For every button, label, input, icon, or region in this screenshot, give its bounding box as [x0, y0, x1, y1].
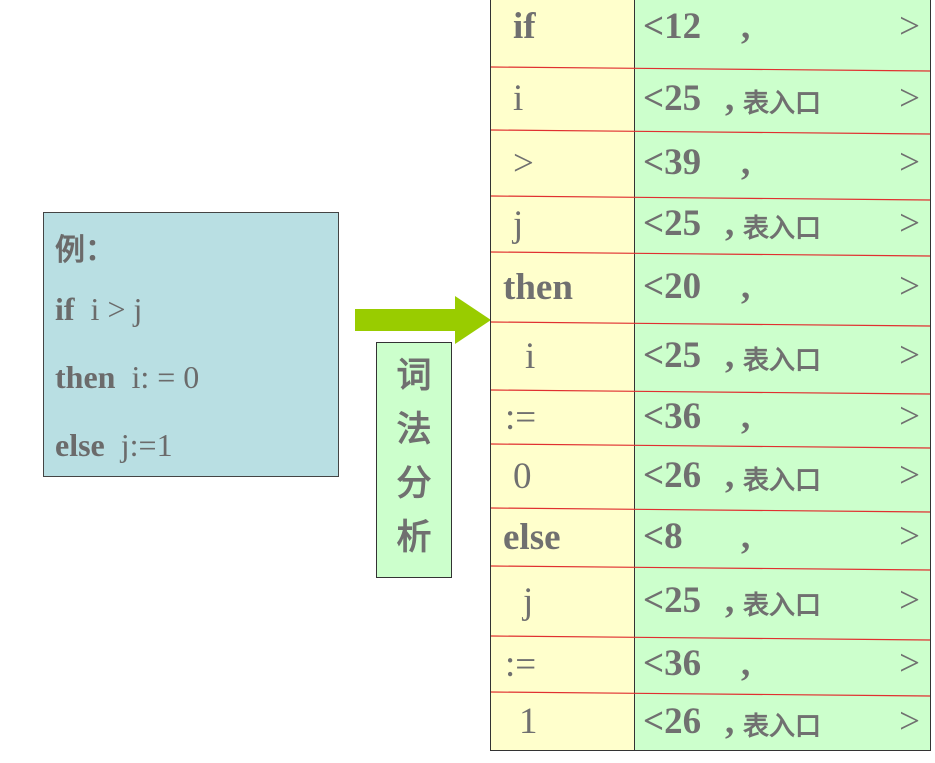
- right-arrow-icon: [355, 296, 491, 344]
- table-entry: 表入口: [743, 214, 822, 244]
- class-code: <25: [643, 580, 702, 621]
- then-text: i: = 0: [115, 359, 200, 395]
- example-title: 例：: [55, 233, 115, 268]
- code-cell: <25, 表入口 >: [643, 579, 920, 623]
- comma: ,: [725, 455, 735, 496]
- token-cell: >: [513, 142, 534, 184]
- close-bracket: >: [899, 396, 920, 437]
- token-cell: :=: [505, 643, 537, 685]
- keyword-then: then: [55, 359, 116, 395]
- example-line-then: then i: = 0: [55, 359, 199, 396]
- class-code: <39: [643, 142, 702, 183]
- table-entry: 表入口: [743, 346, 822, 376]
- close-bracket: >: [899, 5, 920, 47]
- token-table: if <12, > i <25, 表入口 > > <39, > j <25, 表入口 > then <20, >…: [490, 0, 931, 751]
- comma: ,: [741, 5, 751, 47]
- class-code: <36: [643, 396, 702, 437]
- token-cell: 1: [519, 701, 538, 742]
- token-cell: then: [503, 266, 573, 308]
- comma: ,: [725, 580, 735, 621]
- class-code: <20: [643, 266, 702, 307]
- close-bracket: >: [899, 516, 920, 557]
- code-cell: <26, 表入口 >: [643, 454, 920, 498]
- condition-text: i > j: [74, 291, 143, 327]
- comma: ,: [741, 643, 751, 684]
- close-bracket: >: [899, 643, 920, 684]
- class-code: <25: [643, 335, 702, 376]
- close-bracket: >: [899, 142, 920, 183]
- close-bracket: >: [899, 335, 920, 376]
- comma: ,: [725, 335, 735, 376]
- close-bracket: >: [899, 455, 920, 496]
- token-cell: j: [523, 580, 534, 622]
- code-cell: <36, >: [643, 395, 920, 439]
- comma: ,: [741, 396, 751, 437]
- table-entry: 表入口: [743, 88, 822, 119]
- token-cell: else: [503, 516, 561, 558]
- example-line-if: if i > j: [55, 291, 142, 328]
- class-code: <25: [643, 203, 702, 244]
- else-text: j:=1: [104, 427, 173, 463]
- table-entry: 表入口: [743, 591, 822, 621]
- comma: ,: [741, 266, 751, 307]
- lexical-analysis-label: 词 法 分 析: [376, 342, 452, 578]
- class-code: <26: [643, 455, 702, 496]
- class-code: <36: [643, 643, 702, 684]
- code-cell: <36, >: [643, 642, 920, 686]
- class-code: <26: [643, 700, 702, 742]
- class-code: <8: [643, 516, 683, 557]
- code-cell: <20, >: [643, 265, 920, 309]
- comma: ,: [725, 700, 735, 742]
- token-cell: 0: [513, 455, 532, 497]
- token-cell: j: [513, 203, 524, 245]
- close-bracket: >: [899, 77, 920, 119]
- code-cell: <25, 表入口 >: [643, 334, 920, 378]
- token-cell: i: [513, 78, 524, 119]
- token-cell: i: [525, 335, 536, 377]
- code-cell: <8, >: [643, 515, 920, 559]
- comma: ,: [741, 516, 751, 557]
- close-bracket: >: [899, 700, 920, 742]
- table-entry: 表入口: [743, 711, 822, 742]
- code-cell: <26, 表入口 >: [643, 700, 920, 744]
- token-cell: if: [513, 6, 536, 47]
- close-bracket: >: [899, 203, 920, 244]
- class-code: <25: [643, 77, 702, 119]
- keyword-else: else: [55, 427, 105, 463]
- keyword-if: if: [55, 291, 75, 327]
- code-cell: <25, 表入口 >: [643, 77, 920, 121]
- class-code: <12: [643, 5, 702, 47]
- code-cell: <39, >: [643, 141, 920, 185]
- close-bracket: >: [899, 266, 920, 307]
- token-cell: :=: [505, 396, 537, 438]
- comma: ,: [725, 77, 735, 119]
- close-bracket: >: [899, 580, 920, 621]
- code-cell: <12, >: [643, 5, 920, 49]
- example-line-else: else j:=1: [55, 427, 173, 464]
- comma: ,: [741, 142, 751, 183]
- example-box: 例： if i > j then i: = 0 else j:=1: [43, 212, 339, 477]
- comma: ,: [725, 203, 735, 244]
- code-cell: <25, 表入口 >: [643, 202, 920, 246]
- table-entry: 表入口: [743, 466, 822, 496]
